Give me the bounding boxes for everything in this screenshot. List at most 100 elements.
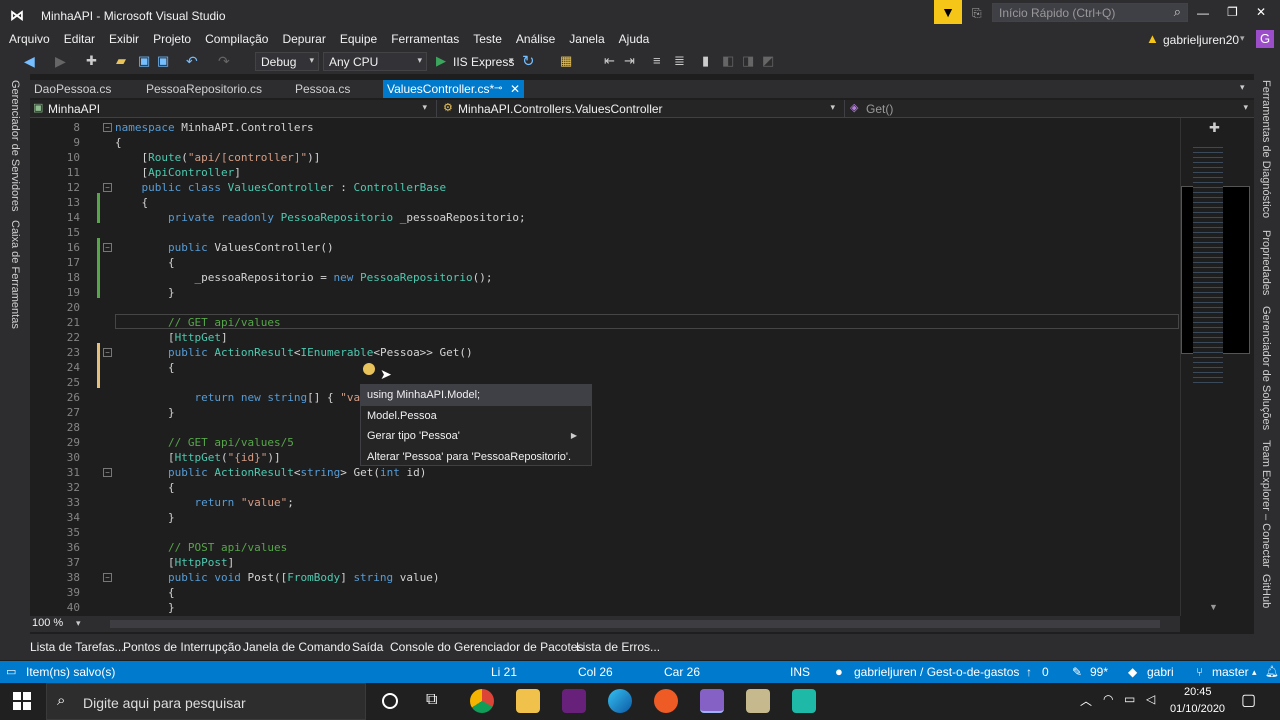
recorder-icon[interactable]	[792, 689, 816, 713]
postman-icon[interactable]	[654, 689, 678, 713]
save-icon[interactable]: ▣	[138, 53, 150, 69]
status-branch[interactable]: master	[1212, 661, 1249, 683]
team-explorer-tab[interactable]: Team Explorer – Conectar	[1260, 440, 1272, 568]
format-icon[interactable]: ⇤	[604, 53, 615, 69]
volume-icon[interactable]: ◁	[1146, 692, 1155, 706]
status-pending-changes[interactable]: 99*	[1090, 661, 1108, 683]
arrow-up-icon[interactable]: ↑	[1026, 661, 1032, 683]
code-line[interactable]: 30 [HttpGet("{id}")]	[30, 450, 1180, 465]
tab-task-list[interactable]: Lista de Tarefas...	[30, 640, 125, 654]
taskbar-time[interactable]: 20:45	[1184, 686, 1212, 698]
code-line[interactable]: 22 [HttpGet]	[30, 330, 1180, 345]
fold-toggle[interactable]: −	[103, 348, 112, 357]
menu-item-teste[interactable]: Teste	[473, 32, 502, 46]
menu-item-ajuda[interactable]: Ajuda	[619, 32, 650, 46]
tab-overflow-icon[interactable]: ▾	[1240, 82, 1245, 93]
fold-toggle[interactable]: −	[103, 573, 112, 582]
tab-command-window[interactable]: Janela de Comando	[243, 640, 350, 654]
chevron-down-icon[interactable]: ▾	[76, 618, 81, 629]
code-line[interactable]: 9{	[30, 135, 1180, 150]
code-line[interactable]: 15	[30, 225, 1180, 240]
code-line[interactable]: 25	[30, 375, 1180, 390]
next-bookmark-icon[interactable]: ◨	[742, 53, 754, 69]
code-line[interactable]: 31 public ActionResult<string> Get(int i…	[30, 465, 1180, 480]
save-all-icon[interactable]: ▣	[157, 53, 169, 69]
tab-pessoa[interactable]: Pessoa.cs	[291, 80, 354, 98]
forward-icon[interactable]: ▶	[55, 53, 66, 70]
run-target-label[interactable]: IIS Express	[453, 55, 514, 69]
uncomment-icon[interactable]: ≣	[674, 53, 685, 69]
open-icon[interactable]: ▰	[116, 53, 126, 69]
code-line[interactable]: 23 public ActionResult<IEnumerable<Pesso…	[30, 345, 1180, 360]
menu-item-editar[interactable]: Editar	[64, 32, 95, 46]
fold-toggle[interactable]: −	[103, 183, 112, 192]
code-line[interactable]: 14 private readonly PessoaRepositorio _p…	[30, 210, 1180, 225]
solution-explorer-tab[interactable]: Gerenciador de Soluções	[1260, 306, 1272, 430]
tab-output[interactable]: Saída	[352, 640, 383, 654]
battery-icon[interactable]: ▭	[1124, 692, 1135, 706]
menu-item-exibir[interactable]: Exibir	[109, 32, 139, 46]
code-line[interactable]: 16 public ValuesController()	[30, 240, 1180, 255]
code-line[interactable]: 36 // POST api/values	[30, 540, 1180, 555]
menu-item-equipe[interactable]: Equipe	[340, 32, 377, 46]
fold-toggle[interactable]: −	[103, 243, 112, 252]
close-tab-icon[interactable]: ✕	[510, 80, 520, 98]
code-editor[interactable]: 8 namespace MinhaAPI.Controllers 9{10 [Rou…	[30, 118, 1180, 616]
taskbar-search-box[interactable]: ⌕ Digite aqui para pesquisar	[46, 683, 366, 720]
run-dropdown-icon[interactable]: ▾	[509, 55, 514, 66]
notifications-icon[interactable]: 🔔︎	[1265, 661, 1279, 683]
project-dropdown[interactable]: ▣ MinhaAPI ▾	[30, 100, 433, 118]
installer-icon[interactable]	[746, 689, 770, 713]
scrollbar-minimap[interactable]: ✚ ▼	[1180, 118, 1250, 616]
user-name[interactable]: gabrieljuren20	[1163, 33, 1239, 47]
edge-icon[interactable]	[608, 689, 632, 713]
code-line[interactable]: 38 public void Post([FromBody] string va…	[30, 570, 1180, 585]
refresh-icon[interactable]: ↻	[522, 52, 535, 70]
action-center-icon[interactable]: ▢	[1241, 690, 1256, 710]
code-line[interactable]: 19 }	[30, 285, 1180, 300]
run-icon[interactable]: ▶	[436, 53, 446, 69]
avatar[interactable]: G	[1256, 30, 1274, 48]
windows-start-icon[interactable]	[13, 692, 31, 710]
chrome-icon[interactable]	[470, 689, 494, 713]
comment-icon[interactable]: ≡	[653, 53, 661, 68]
warning-icon[interactable]: ▲	[1146, 31, 1159, 46]
code-line[interactable]: 32 {	[30, 480, 1180, 495]
pencil-icon[interactable]: ✎	[1072, 661, 1082, 683]
tab-error-list[interactable]: Lista de Erros...	[576, 640, 660, 654]
menu-item-compilação[interactable]: Compilação	[205, 32, 268, 46]
toolbox-tab[interactable]: Caixa de Ferramentas	[9, 220, 21, 329]
code-line[interactable]: 10 [Route("api/[controller]")]	[30, 150, 1180, 165]
menu-item-janela[interactable]: Janela	[569, 32, 604, 46]
visual-studio-icon[interactable]	[562, 689, 586, 713]
user-dropdown-icon[interactable]: ▾	[1240, 33, 1245, 44]
menu-item-análise[interactable]: Análise	[516, 32, 555, 46]
fold-toggle[interactable]: −	[103, 468, 112, 477]
pin-icon[interactable]: ⊸	[494, 80, 502, 98]
tray-chevron-icon[interactable]: ︿	[1080, 692, 1092, 709]
file-explorer-icon[interactable]	[516, 689, 540, 713]
status-repository[interactable]: gabrieljuren / Gest-o-de-gastos	[854, 661, 1019, 683]
code-line[interactable]: 24 {	[30, 360, 1180, 375]
code-line[interactable]: 39 {	[30, 585, 1180, 600]
platform-select[interactable]: Any CPU ▾	[323, 52, 427, 71]
tab-daopessoa[interactable]: DaoPessoa.cs	[30, 80, 115, 98]
properties-tab[interactable]: Propriedades	[1260, 230, 1272, 295]
code-line[interactable]: 33 return "value";	[30, 495, 1180, 510]
wifi-icon[interactable]: ◠	[1103, 692, 1113, 706]
code-line[interactable]: 12 public class ValuesController : Contr…	[30, 180, 1180, 195]
member-dropdown[interactable]: ◈ Get() ▾	[844, 100, 1254, 118]
status-unpushed-count[interactable]: 0	[1042, 661, 1049, 683]
feedback-icon[interactable]: ⎘	[972, 6, 982, 21]
minimize-button[interactable]: —	[1197, 6, 1209, 20]
github-icon[interactable]: ●	[835, 661, 843, 683]
code-line[interactable]: 18 _pessoaRepositorio = new PessoaReposi…	[30, 270, 1180, 285]
scroll-down-icon[interactable]: ▼	[1209, 602, 1218, 612]
chevron-up-icon[interactable]: ▴	[1252, 661, 1257, 683]
back-icon[interactable]: ◀	[24, 53, 35, 70]
scroll-thumb[interactable]	[110, 620, 1160, 628]
quick-action-using[interactable]: using MinhaAPI.Model;	[361, 385, 591, 406]
zoom-level[interactable]: 100 %	[32, 617, 63, 629]
code-line[interactable]: 37 [HttpPost]	[30, 555, 1180, 570]
split-editor-icon[interactable]: ✚	[1209, 120, 1220, 136]
